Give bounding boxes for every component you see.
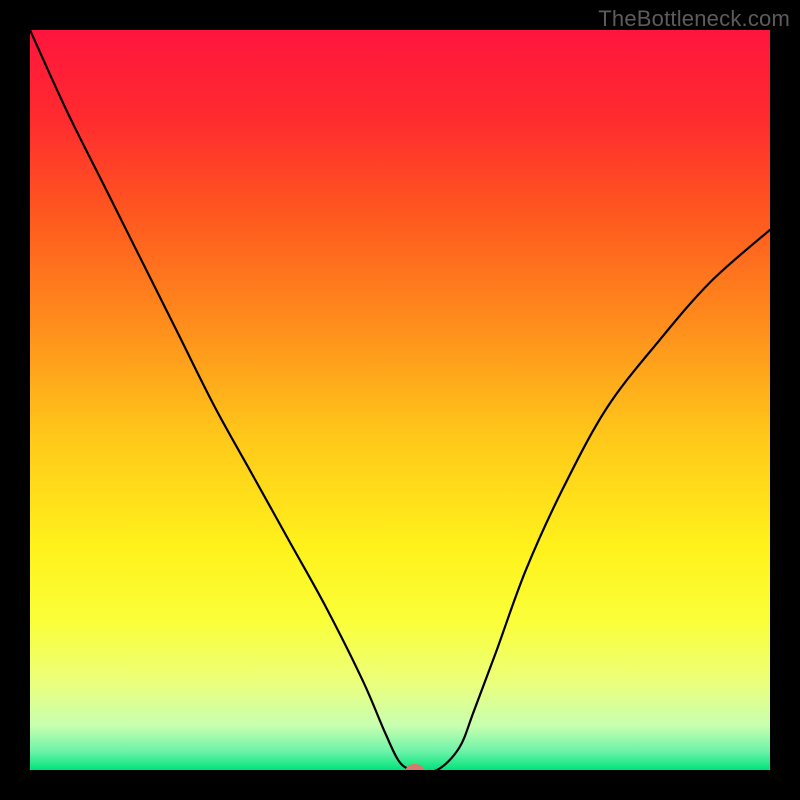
plot-area [30, 30, 770, 770]
bottleneck-chart [30, 30, 770, 770]
chart-frame: TheBottleneck.com [0, 0, 800, 800]
watermark-text: TheBottleneck.com [598, 6, 790, 32]
gradient-background [30, 30, 770, 770]
